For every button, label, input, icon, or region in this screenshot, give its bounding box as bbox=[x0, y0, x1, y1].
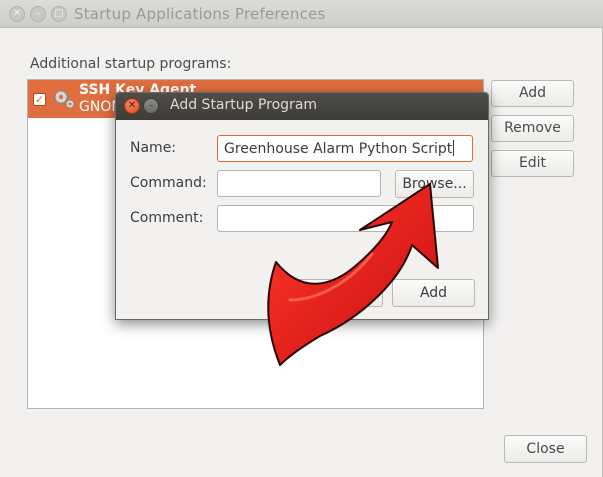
browse-button[interactable]: Browse... bbox=[395, 170, 474, 198]
dialog-minimize-icon[interactable]: – bbox=[143, 98, 159, 114]
name-label: Name: bbox=[130, 140, 177, 156]
dialog-add-button[interactable]: Add bbox=[392, 279, 475, 307]
dialog-title: Add Startup Program bbox=[170, 97, 318, 113]
add-button[interactable]: Add bbox=[491, 80, 574, 107]
command-label: Command: bbox=[130, 175, 207, 191]
gear-icon bbox=[53, 89, 75, 109]
dialog-titlebar[interactable]: ✕ – Add Startup Program bbox=[116, 93, 488, 120]
window-maximize-icon[interactable]: □ bbox=[51, 6, 67, 22]
enabled-checkbox[interactable]: ✓ bbox=[33, 93, 46, 106]
name-field[interactable]: Greenhouse Alarm Python Script bbox=[217, 135, 473, 162]
window-close-icon[interactable]: ✕ bbox=[9, 6, 25, 22]
comment-label: Comment: bbox=[130, 210, 204, 226]
window-minimize-icon[interactable]: – bbox=[30, 6, 46, 22]
section-label: Additional startup programs: bbox=[30, 56, 232, 72]
name-field-value: Greenhouse Alarm Python Script bbox=[224, 141, 453, 157]
cancel-button[interactable]: Cancel bbox=[292, 279, 383, 307]
comment-field[interactable] bbox=[217, 205, 474, 232]
main-titlebar[interactable]: ✕ – □ Startup Applications Preferences bbox=[0, 0, 603, 28]
window-title: Startup Applications Preferences bbox=[74, 5, 326, 23]
command-field[interactable] bbox=[217, 170, 381, 197]
dialog-close-icon[interactable]: ✕ bbox=[124, 98, 140, 114]
edit-button[interactable]: Edit bbox=[491, 150, 574, 177]
remove-button[interactable]: Remove bbox=[491, 115, 574, 142]
close-button[interactable]: Close bbox=[504, 435, 587, 463]
add-startup-program-dialog: ✕ – Add Startup Program Name: Greenhouse… bbox=[115, 92, 489, 320]
text-caret bbox=[453, 140, 455, 156]
